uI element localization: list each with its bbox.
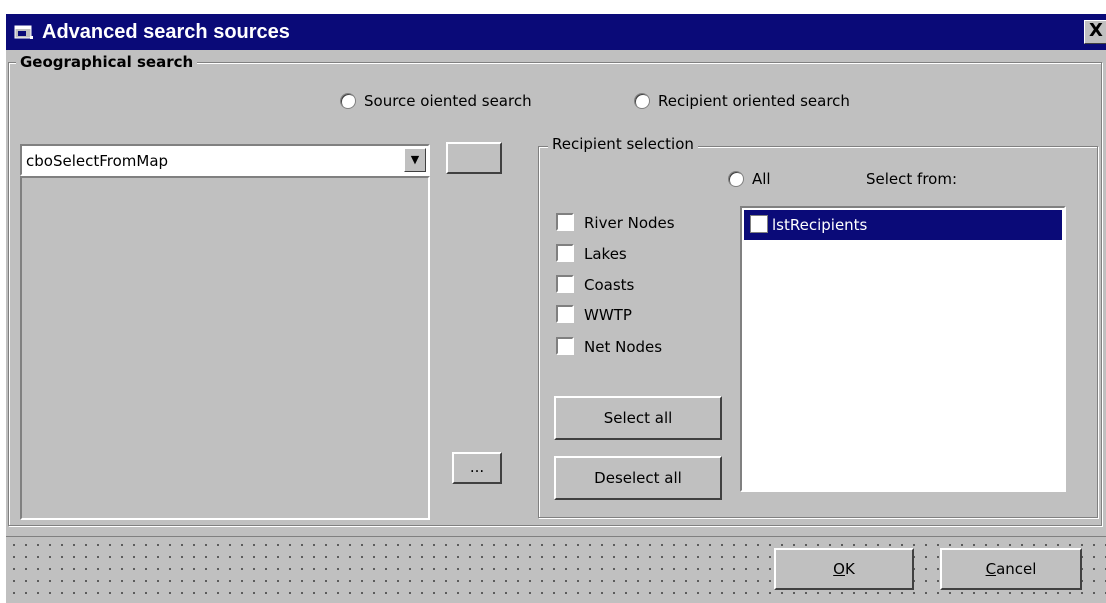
checkbox-box xyxy=(556,244,574,262)
ok-button[interactable]: OK xyxy=(774,548,914,590)
recipients-listbox[interactable]: lstRecipients xyxy=(740,206,1066,492)
radio-circle-icon xyxy=(634,93,650,109)
dropdown-arrow-icon[interactable]: ▼ xyxy=(404,148,426,172)
app-window-icon xyxy=(14,25,33,39)
net-nodes-checkbox[interactable]: Net Nodes xyxy=(556,334,662,360)
select-from-map-combo[interactable]: cboSelectFromMap ▼ xyxy=(20,144,430,176)
radio-circle-icon xyxy=(340,93,356,109)
ok-label-rest: K xyxy=(844,560,855,578)
checkbox-box xyxy=(556,213,574,231)
map-area[interactable] xyxy=(20,176,430,520)
title-bar[interactable]: Advanced search sources X xyxy=(6,14,1106,50)
recipient-oriented-radio[interactable]: Recipient oriented search xyxy=(634,90,850,112)
cancel-mnemonic: C xyxy=(985,560,997,578)
river-nodes-checkbox[interactable]: River Nodes xyxy=(556,210,675,236)
window-title: Advanced search sources xyxy=(42,21,290,43)
recipient-selection-legend: Recipient selection xyxy=(548,134,698,154)
advanced-search-dialog: Advanced search sources X Geographical s… xyxy=(6,14,1106,603)
deselect-all-button[interactable]: Deselect all xyxy=(554,456,722,500)
checkbox-label: WWTP xyxy=(584,306,632,324)
lakes-checkbox[interactable]: Lakes xyxy=(556,241,627,267)
cancel-button[interactable]: Cancel xyxy=(940,548,1082,590)
all-radio[interactable]: All xyxy=(728,168,771,190)
map-top-button[interactable] xyxy=(446,142,502,174)
geographical-search-legend: Geographical search xyxy=(16,52,198,72)
checkbox-box xyxy=(556,275,574,293)
browse-button[interactable]: ... xyxy=(452,452,502,484)
combo-value: cboSelectFromMap xyxy=(26,152,169,170)
source-oriented-radio[interactable]: Source oiented search xyxy=(340,90,532,112)
source-oriented-label: Source oiented search xyxy=(364,92,532,110)
checkbox-label: Net Nodes xyxy=(584,338,663,356)
select-all-button[interactable]: Select all xyxy=(554,396,722,440)
all-radio-label: All xyxy=(752,170,771,188)
checkbox-label: Lakes xyxy=(584,245,627,263)
list-item-label: lstRecipients xyxy=(772,216,868,234)
radio-circle-icon xyxy=(728,171,744,187)
list-item-checkbox[interactable] xyxy=(750,215,768,233)
select-from-label: Select from: xyxy=(866,170,958,188)
checkbox-box xyxy=(556,337,574,355)
close-button[interactable]: X xyxy=(1084,20,1106,44)
cancel-label-rest: ancel xyxy=(996,560,1037,578)
recipient-oriented-label: Recipient oriented search xyxy=(658,92,850,110)
wwtp-checkbox[interactable]: WWTP xyxy=(556,302,632,328)
list-item[interactable]: lstRecipients xyxy=(744,210,1062,240)
checkbox-label: Coasts xyxy=(584,276,635,294)
ok-mnemonic: O xyxy=(833,560,845,578)
checkbox-label: River Nodes xyxy=(584,214,675,232)
coasts-checkbox[interactable]: Coasts xyxy=(556,272,634,298)
checkbox-box xyxy=(556,305,574,323)
